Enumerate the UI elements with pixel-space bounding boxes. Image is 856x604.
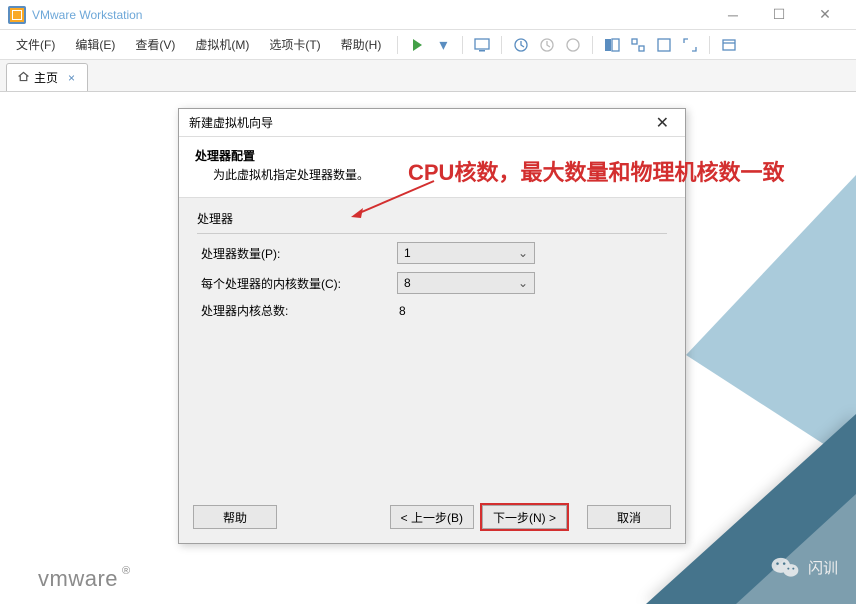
vmware-logo: vmware ® — [38, 566, 131, 592]
total-label: 处理器内核总数: — [197, 302, 397, 319]
group-label: 处理器 — [197, 210, 667, 227]
menu-view[interactable]: 查看(V) — [125, 32, 185, 57]
processor-group: 处理器数量(P): 1 每个处理器的内核数量(C): 8 处理器内核总数: 8 — [197, 233, 667, 319]
maximize-button[interactable]: ☐ — [756, 0, 802, 30]
menu-help[interactable]: 帮助(H) — [331, 32, 392, 57]
annotation-text: CPU核数，最大数量和物理机核数一致 — [408, 155, 784, 187]
vmware-logo-text: vmware — [38, 566, 118, 592]
fullscreen-icon[interactable] — [653, 34, 675, 56]
watermark-label: 闪训 — [808, 557, 838, 578]
unity-icon[interactable] — [627, 34, 649, 56]
tab-home[interactable]: 主页 × — [6, 63, 88, 91]
row-proc-count: 处理器数量(P): 1 — [197, 242, 667, 264]
snapshot-revert-icon[interactable] — [536, 34, 558, 56]
wechat-icon — [770, 552, 800, 582]
separator — [397, 36, 398, 54]
minimize-button[interactable]: ─ — [710, 0, 756, 30]
menu-file[interactable]: 文件(F) — [6, 32, 65, 57]
play-icon[interactable] — [406, 34, 428, 56]
help-button[interactable]: 帮助 — [193, 505, 277, 529]
cores-label: 每个处理器的内核数量(C): — [197, 275, 397, 292]
dialog-titlebar: 新建虚拟机向导 ✕ — [179, 109, 685, 137]
dialog-body: 处理器 处理器数量(P): 1 每个处理器的内核数量(C): 8 处理器内核总数… — [179, 198, 685, 495]
separator — [709, 36, 710, 54]
menu-edit[interactable]: 编辑(E) — [65, 32, 125, 57]
window-controls: ─ ☐ ✕ — [710, 0, 848, 30]
watermark: 闪训 — [770, 552, 838, 582]
next-button[interactable]: 下一步(N) > — [482, 505, 567, 529]
proc-count-select[interactable]: 1 — [397, 242, 535, 264]
proc-count-value: 1 — [404, 246, 411, 260]
app-icon — [8, 6, 26, 24]
menubar: 文件(F) 编辑(E) 查看(V) 虚拟机(M) 选项卡(T) 帮助(H) ▾ — [0, 30, 856, 60]
separator — [501, 36, 502, 54]
dropdown-arrow-icon[interactable]: ▾ — [432, 34, 454, 56]
cores-value: 8 — [404, 276, 411, 290]
window-title: VMware Workstation — [32, 8, 710, 22]
fit-icon[interactable] — [679, 34, 701, 56]
window-titlebar: VMware Workstation ─ ☐ ✕ — [0, 0, 856, 30]
home-icon — [17, 70, 30, 86]
screen-icon[interactable] — [471, 34, 493, 56]
menu-vm[interactable]: 虚拟机(M) — [185, 32, 259, 57]
row-total: 处理器内核总数: 8 — [197, 302, 667, 319]
separator — [592, 36, 593, 54]
tab-close-button[interactable]: × — [66, 71, 77, 85]
registered-mark: ® — [122, 565, 131, 577]
cancel-button[interactable]: 取消 — [587, 505, 671, 529]
separator — [462, 36, 463, 54]
dialog-footer: 帮助 < 上一步(B) 下一步(N) > 取消 — [179, 495, 685, 543]
snapshot-icon[interactable] — [510, 34, 532, 56]
proc-count-label: 处理器数量(P): — [197, 245, 397, 262]
menu-tabs[interactable]: 选项卡(T) — [259, 32, 330, 57]
dialog-close-button[interactable]: ✕ — [650, 113, 675, 133]
decorative-triangle — [736, 494, 856, 604]
total-value: 8 — [397, 304, 406, 318]
library-icon[interactable] — [718, 34, 740, 56]
dialog-title: 新建虚拟机向导 — [189, 114, 273, 131]
tab-label: 主页 — [34, 69, 58, 86]
tab-strip: 主页 × — [0, 60, 856, 92]
back-button[interactable]: < 上一步(B) — [390, 505, 474, 529]
row-cores: 每个处理器的内核数量(C): 8 — [197, 272, 667, 294]
snapshot-manager-icon[interactable] — [562, 34, 584, 56]
view-console-icon[interactable] — [601, 34, 623, 56]
close-button[interactable]: ✕ — [802, 0, 848, 30]
cores-select[interactable]: 8 — [397, 272, 535, 294]
